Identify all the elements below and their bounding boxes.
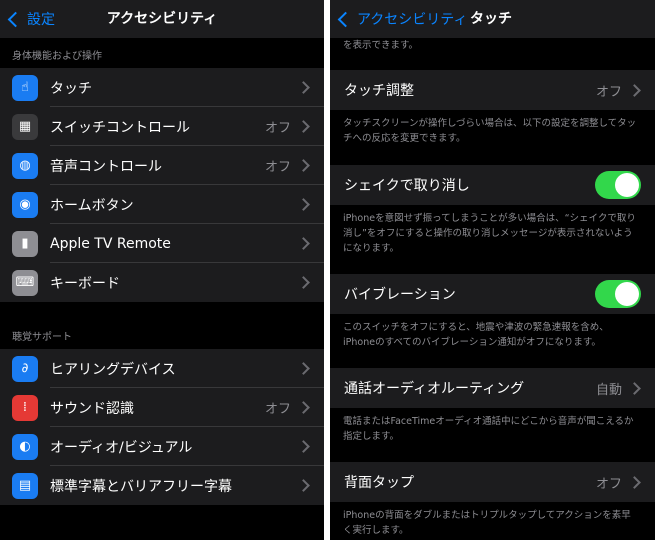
list-item[interactable]: ☝ タッチ: [0, 68, 324, 107]
back-button-label: アクセシビリティ: [357, 12, 468, 28]
shake-to-undo-row: シェイクで取り消し: [330, 165, 655, 205]
back-tap-row[interactable]: 背面タップ オフ: [330, 462, 655, 502]
list-item-label: ヒアリングデバイス: [50, 361, 176, 378]
list-item[interactable]: ▦ スイッチコントロール オフ: [0, 107, 324, 146]
audio-visual-icon: ◐: [12, 433, 38, 460]
chevron-right-icon: [297, 120, 310, 133]
chevron-right-icon: [297, 159, 310, 172]
chevron-right-icon: [297, 81, 310, 94]
list-item-label: Apple TV Remote: [50, 235, 171, 252]
chevron-right-icon: [628, 83, 641, 97]
vibration-row: バイブレーション: [330, 274, 655, 314]
back-tap-footer: iPhoneの背面をダブルまたはトリプルタップしてアクションを素早く実行します。: [343, 510, 631, 536]
shake-to-undo-toggle[interactable]: [595, 171, 641, 199]
ear-icon: ∂: [12, 355, 38, 382]
touch-accommodations-row[interactable]: タッチ調整 オフ: [330, 70, 655, 110]
touch-accommodations-value: オフ: [595, 84, 622, 100]
list-item[interactable]: ▤ 標準字幕とバリアフリー字幕: [0, 466, 324, 505]
call-audio-routing-row[interactable]: 通話オーディオルーティング 自動: [330, 368, 655, 408]
chevron-left-icon: [337, 11, 354, 27]
chevron-right-icon: [297, 479, 310, 492]
touch-screen: アクセシビリティ タッチ を表示できます。 タッチ調整 オフ タッチスクリーンが…: [330, 0, 655, 540]
keyboard-icon: ⌨: [12, 269, 38, 296]
list-item-label: 音声コントロール: [50, 158, 162, 175]
page-title: タッチ: [470, 11, 512, 27]
hand-pointer-icon: ☝: [12, 74, 38, 101]
chevron-right-icon: [297, 362, 310, 375]
list-item-label: キーボード: [50, 275, 120, 292]
list-item[interactable]: ◍ 音声コントロール オフ: [0, 146, 324, 185]
voice-control-icon: ◍: [12, 152, 38, 179]
page-title: アクセシビリティ: [106, 11, 218, 27]
call-audio-routing-footer: 電話またはFaceTimeオーディオ通話中にどこから音声が聞こえるか指定します。: [343, 416, 634, 442]
list-item-label: タッチ: [50, 80, 92, 97]
remote-icon: ▮: [12, 230, 38, 257]
hearing-group: ∂ ヒアリングデバイス ⁞ サウンド認識 オフ ◐ オーディオ/ビジュアル ▤ 標準字幕とバリア…: [0, 349, 324, 505]
chevron-right-icon: [628, 475, 641, 489]
call-audio-routing-value: 自動: [595, 382, 622, 398]
section-header-physical-motor: 身体機能および操作: [12, 51, 102, 62]
list-item[interactable]: ⌨ キーボード: [0, 263, 324, 302]
list-item-value: オフ: [264, 121, 291, 136]
list-item-label: ホームボタン: [50, 197, 134, 214]
navigation-bar: 設定 アクセシビリティ: [0, 0, 324, 38]
list-item-label: スイッチコントロール: [50, 119, 190, 136]
physical-motor-group: ☝ タッチ ▦ スイッチコントロール オフ ◍ 音声コントロール オフ ◉ ホームボタン ▮ Appl…: [0, 68, 324, 302]
list-item-label: サウンド認識: [50, 400, 134, 417]
list-item-label: 標準字幕とバリアフリー字幕: [50, 478, 232, 495]
navigation-bar: アクセシビリティ タッチ: [330, 0, 655, 38]
captions-icon: ▤: [12, 472, 38, 499]
back-tap-label: 背面タップ: [344, 475, 414, 491]
list-item[interactable]: ▮ Apple TV Remote: [0, 224, 324, 263]
list-item-label: オーディオ/ビジュアル: [50, 439, 193, 456]
accessibility-screen: 設定 アクセシビリティ 身体機能および操作 ☝ タッチ ▦ スイッチコントロール オフ ◍…: [0, 0, 324, 540]
touch-accommodations-footer: タッチスクリーンが操作しづらい場合は、以下の設定を調整してタッチへの反応を変更で…: [343, 118, 637, 144]
vibration-toggle[interactable]: [595, 280, 641, 308]
switch-control-icon: ▦: [12, 113, 38, 140]
list-item[interactable]: ◐ オーディオ/ビジュアル: [0, 427, 324, 466]
list-item[interactable]: ◉ ホームボタン: [0, 185, 324, 224]
vibration-label: バイブレーション: [344, 287, 456, 303]
chevron-right-icon: [297, 198, 310, 211]
back-tap-value: オフ: [595, 476, 622, 492]
toggle-knob: [615, 282, 639, 306]
chevron-right-icon: [297, 237, 310, 250]
chevron-right-icon: [297, 440, 310, 453]
top-note: を表示できます。: [343, 40, 419, 51]
chevron-right-icon: [297, 401, 310, 414]
sound-recognition-icon: ⁞: [12, 394, 38, 421]
list-item[interactable]: ⁞ サウンド認識 オフ: [0, 388, 324, 427]
touch-accommodations-label: タッチ調整: [344, 83, 414, 99]
list-item-value: オフ: [264, 402, 291, 417]
toggle-knob: [615, 173, 639, 197]
shake-to-undo-footer: iPhoneを意図せず振ってしまうことが多い場合は、“シェイクで取り消し”をオフ…: [343, 213, 636, 254]
section-header-hearing: 聴覚サポート: [12, 332, 72, 343]
home-button-icon: ◉: [12, 191, 38, 218]
list-item[interactable]: ∂ ヒアリングデバイス: [0, 349, 324, 388]
list-item-value: オフ: [264, 160, 291, 175]
shake-to-undo-label: シェイクで取り消し: [344, 178, 470, 194]
chevron-right-icon: [297, 276, 310, 289]
vibration-footer: このスイッチをオフにすると、地震や津波の緊急速報を含め、iPhoneのすべてのバ…: [343, 322, 609, 348]
chevron-right-icon: [628, 381, 641, 395]
back-button[interactable]: アクセシビリティ: [336, 0, 467, 38]
call-audio-routing-label: 通話オーディオルーティング: [344, 381, 525, 397]
